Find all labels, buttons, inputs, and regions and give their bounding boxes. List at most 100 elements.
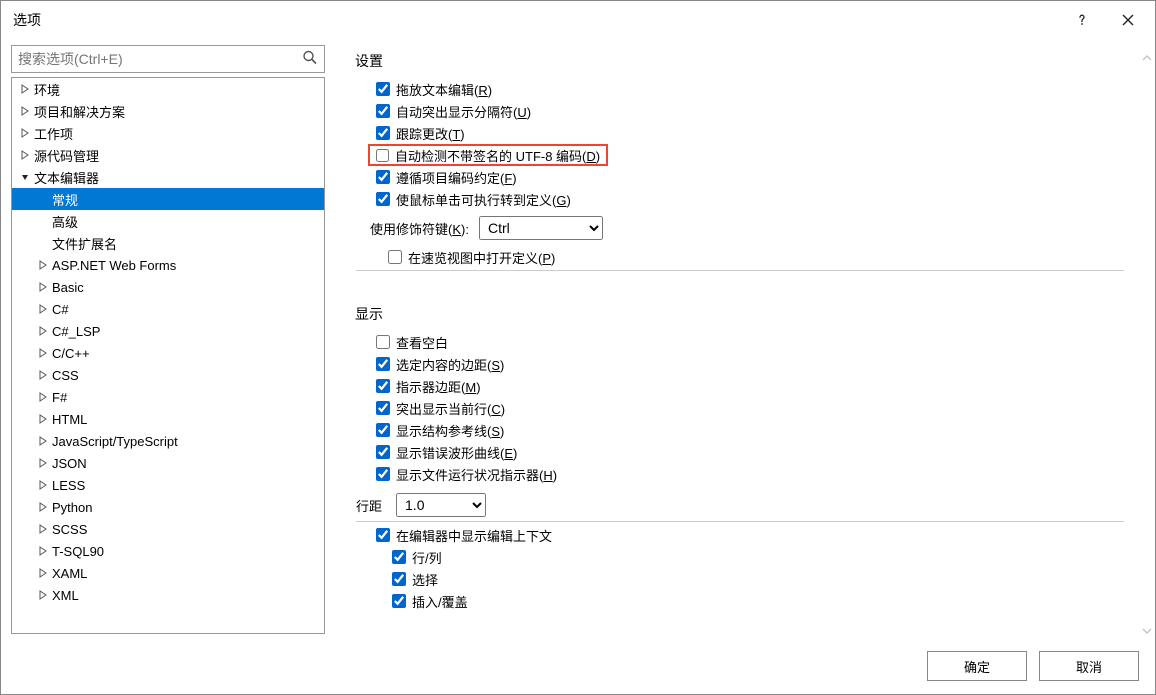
checkbox[interactable] <box>388 250 402 264</box>
checkbox-label[interactable]: 自动突出显示分隔符(U) <box>396 102 531 121</box>
checkbox-row: 显示结构参考线(S) <box>370 419 1124 441</box>
tree-item[interactable]: 文件扩展名 <box>12 232 324 254</box>
checkbox[interactable] <box>376 445 390 459</box>
tree-item[interactable]: XAML <box>12 562 324 584</box>
chevron-right-icon[interactable] <box>36 456 50 470</box>
tree-item[interactable]: T-SQL90 <box>12 540 324 562</box>
tree-item[interactable]: SCSS <box>12 518 324 540</box>
checkbox[interactable] <box>392 572 406 586</box>
chevron-right-icon[interactable] <box>36 566 50 580</box>
checkbox[interactable] <box>392 550 406 564</box>
tree-item-label: 常规 <box>52 190 78 209</box>
checkbox[interactable] <box>392 594 406 608</box>
checkbox-label[interactable]: 指示器边距(M) <box>396 377 481 396</box>
checkbox[interactable] <box>376 401 390 415</box>
tree-item[interactable]: JSON <box>12 452 324 474</box>
chevron-down-icon[interactable] <box>18 170 32 184</box>
tree-item[interactable]: 工作项 <box>12 122 324 144</box>
options-dialog: 选项 环境项目和解决方案工作项源代码管理文本编辑器常规高级文件扩展名ASP.NE… <box>0 0 1156 695</box>
checkbox-label[interactable]: 遵循项目编码约定(F) <box>396 168 517 187</box>
tree-item[interactable]: CSS <box>12 364 324 386</box>
chevron-right-icon[interactable] <box>36 478 50 492</box>
tree-item[interactable]: Basic <box>12 276 324 298</box>
checkbox-label[interactable]: 拖放文本编辑(R) <box>396 80 492 99</box>
chevron-right-icon[interactable] <box>36 258 50 272</box>
checkbox-row: 指示器边距(M) <box>370 375 1124 397</box>
cancel-button[interactable]: 取消 <box>1039 651 1139 681</box>
tree-item[interactable]: 常规 <box>12 188 324 210</box>
search-input[interactable] <box>12 46 296 72</box>
checkbox-label[interactable]: 跟踪更改(T) <box>396 124 465 143</box>
checkbox[interactable] <box>376 335 390 349</box>
chevron-right-icon[interactable] <box>36 368 50 382</box>
chevron-right-icon[interactable] <box>18 82 32 96</box>
chevron-right-icon[interactable] <box>36 588 50 602</box>
checkbox[interactable] <box>376 528 390 542</box>
checkbox-label[interactable]: 突出显示当前行(C) <box>396 399 505 418</box>
checkbox[interactable] <box>376 467 390 481</box>
tree-item[interactable]: JavaScript/TypeScript <box>12 430 324 452</box>
options-tree[interactable]: 环境项目和解决方案工作项源代码管理文本编辑器常规高级文件扩展名ASP.NET W… <box>11 77 325 634</box>
checkbox[interactable] <box>376 423 390 437</box>
tree-item[interactable]: 文本编辑器 <box>12 166 324 188</box>
tree-item[interactable]: ASP.NET Web Forms <box>12 254 324 276</box>
tree-item[interactable]: C# <box>12 298 324 320</box>
line-spacing-select[interactable]: 1.0 <box>396 493 486 517</box>
chevron-right-icon[interactable] <box>18 104 32 118</box>
tree-item[interactable]: C/C++ <box>12 342 324 364</box>
checkbox[interactable] <box>376 104 390 118</box>
checkbox[interactable] <box>376 379 390 393</box>
checkbox-label[interactable]: 行/列 <box>412 548 442 567</box>
tree-leaf-spacer <box>36 214 50 228</box>
checkbox[interactable] <box>376 192 390 206</box>
tree-item[interactable]: 源代码管理 <box>12 144 324 166</box>
checkbox[interactable] <box>376 357 390 371</box>
tree-item[interactable]: HTML <box>12 408 324 430</box>
chevron-right-icon[interactable] <box>36 500 50 514</box>
tree-item[interactable]: LESS <box>12 474 324 496</box>
checkbox-label[interactable]: 在编辑器中显示编辑上下文 <box>396 526 552 545</box>
chevron-right-icon[interactable] <box>36 544 50 558</box>
tree-item[interactable]: C#_LSP <box>12 320 324 342</box>
tree-item[interactable]: 项目和解决方案 <box>12 100 324 122</box>
checkbox-label[interactable]: 选定内容的边距(S) <box>396 355 504 374</box>
checkbox[interactable] <box>376 149 389 162</box>
tree-item[interactable]: XML <box>12 584 324 606</box>
checkbox-label[interactable]: 使鼠标单击可执行转到定义(G) <box>396 190 571 209</box>
chevron-right-icon[interactable] <box>36 280 50 294</box>
chevron-right-icon[interactable] <box>36 302 50 316</box>
settings-scroll[interactable]: 设置 拖放文本编辑(R) 自动突出显示分隔符(U) 跟踪更改(T) 自动检测不带签名的… <box>355 45 1145 634</box>
tree-item[interactable]: 环境 <box>12 78 324 100</box>
checkbox-label[interactable]: 显示文件运行状况指示器(H) <box>396 465 557 484</box>
checkbox-label[interactable]: 在速览视图中打开定义(P) <box>408 248 555 267</box>
chevron-right-icon[interactable] <box>36 522 50 536</box>
modifier-key-row: 使用修饰符键(K):Ctrl <box>370 214 1124 242</box>
checkbox-label[interactable]: 自动检测不带签名的 UTF-8 编码(D) <box>395 146 600 165</box>
tree-item[interactable]: Python <box>12 496 324 518</box>
right-panel: 设置 拖放文本编辑(R) 自动突出显示分隔符(U) 跟踪更改(T) 自动检测不带签名的… <box>355 45 1145 634</box>
chevron-right-icon[interactable] <box>36 324 50 338</box>
checkbox-label[interactable]: 查看空白 <box>396 333 448 352</box>
checkbox-label[interactable]: 插入/覆盖 <box>412 592 468 611</box>
chevron-right-icon[interactable] <box>18 148 32 162</box>
section-settings: 设置 <box>355 51 1125 71</box>
checkbox-label[interactable]: 选择 <box>412 570 438 589</box>
tree-item-label: HTML <box>52 412 87 427</box>
chevron-right-icon[interactable] <box>18 126 32 140</box>
checkbox[interactable] <box>376 82 390 96</box>
close-button[interactable] <box>1105 5 1151 35</box>
checkbox-row: 显示文件运行状况指示器(H) <box>370 463 1124 485</box>
chevron-right-icon[interactable] <box>36 412 50 426</box>
ok-button[interactable]: 确定 <box>927 651 1027 681</box>
chevron-right-icon[interactable] <box>36 346 50 360</box>
tree-item[interactable]: 高级 <box>12 210 324 232</box>
chevron-right-icon[interactable] <box>36 434 50 448</box>
checkbox[interactable] <box>376 170 390 184</box>
chevron-right-icon[interactable] <box>36 390 50 404</box>
tree-item[interactable]: F# <box>12 386 324 408</box>
help-button[interactable] <box>1059 5 1105 35</box>
checkbox[interactable] <box>376 126 390 140</box>
checkbox-label[interactable]: 显示错误波形曲线(E) <box>396 443 517 462</box>
checkbox-label[interactable]: 显示结构参考线(S) <box>396 421 504 440</box>
modifier-select[interactable]: Ctrl <box>479 216 603 240</box>
